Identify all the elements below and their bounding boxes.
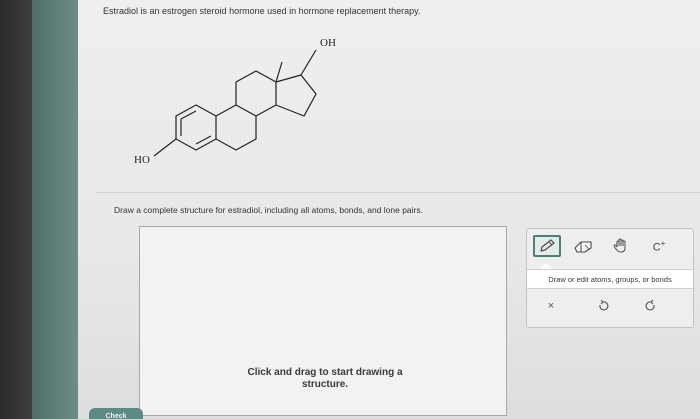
drawing-toolbar: C+ Draw or edit atoms, groups, or bonds …	[526, 228, 694, 328]
estradiol-structure: OH HO	[134, 37, 336, 166]
left-dark-strip	[0, 0, 32, 419]
ring-c	[235, 70, 277, 117]
clear-button[interactable]: ×	[541, 297, 561, 315]
redo-button[interactable]	[641, 297, 661, 315]
question-intro: Estradiol is an estrogen steroid hormone…	[103, 6, 421, 16]
undo-icon	[599, 300, 609, 311]
pencil-icon	[540, 239, 555, 252]
hand-icon	[613, 238, 626, 253]
move-tool[interactable]	[607, 235, 635, 257]
ring-d	[275, 74, 317, 117]
section-divider	[96, 192, 700, 193]
canvas-hint: Click and drag to start drawing a struct…	[247, 367, 403, 390]
charge-tool[interactable]: C+	[645, 235, 673, 257]
eraser-icon	[574, 241, 592, 253]
methyl-bond	[275, 61, 283, 83]
check-button[interactable]: Check	[89, 408, 143, 419]
drawing-canvas[interactable]: Click and drag to start drawing a struct…	[139, 226, 507, 416]
ho-label: HO	[134, 154, 150, 166]
drawing-instruction: Draw a complete structure for estradiol,…	[114, 205, 423, 215]
ring-b	[215, 104, 257, 151]
left-teal-strip	[32, 0, 78, 419]
draw-tool[interactable]	[533, 235, 561, 257]
undo-button[interactable]	[593, 297, 613, 315]
erase-tool[interactable]	[569, 235, 597, 257]
oh-bond	[300, 49, 317, 76]
ring-a	[175, 104, 217, 151]
redo-icon	[645, 300, 655, 311]
ho-bond	[153, 138, 177, 157]
oh-label: OH	[320, 37, 336, 49]
x-icon: ×	[547, 300, 555, 312]
carbocation-icon: C+	[652, 238, 666, 254]
tool-tip: Draw or edit atoms, groups, or bonds	[527, 269, 693, 289]
